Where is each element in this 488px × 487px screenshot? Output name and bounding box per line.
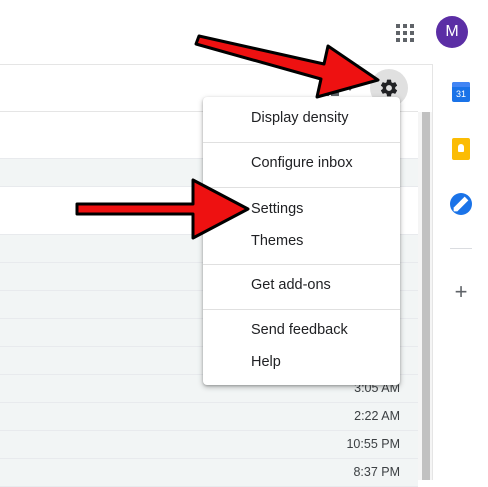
split-pane-icon[interactable] bbox=[321, 82, 339, 96]
avatar[interactable]: M bbox=[436, 16, 468, 48]
message-time: 10:55 PM bbox=[346, 437, 400, 451]
settings-menu: Display density Configure inbox Settings… bbox=[203, 97, 400, 385]
side-panel bbox=[432, 64, 488, 480]
table-row[interactable]: 2:22 AM bbox=[0, 403, 418, 431]
menu-item-themes[interactable]: Themes bbox=[251, 233, 303, 249]
message-time: 8:37 PM bbox=[353, 465, 400, 479]
side-divider bbox=[450, 248, 472, 249]
table-row[interactable]: 10:55 PM bbox=[0, 431, 418, 459]
menu-divider bbox=[203, 187, 400, 188]
menu-item-help[interactable]: Help bbox=[251, 354, 281, 370]
bulb-icon bbox=[458, 144, 464, 152]
top-bar bbox=[0, 0, 432, 65]
plus-icon[interactable]: + bbox=[450, 281, 472, 303]
menu-item-settings[interactable]: Settings bbox=[251, 201, 303, 217]
message-time: 2:22 AM bbox=[354, 409, 400, 423]
apps-grid-icon[interactable] bbox=[396, 24, 414, 42]
table-row[interactable]: 8:37 PM bbox=[0, 459, 418, 487]
menu-divider bbox=[203, 264, 400, 265]
chevron-down-icon[interactable] bbox=[346, 86, 354, 91]
pencil-check-icon bbox=[453, 196, 469, 212]
menu-item-configure-inbox[interactable]: Configure inbox bbox=[251, 155, 353, 171]
calendar-day: 31 bbox=[455, 89, 466, 99]
menu-divider bbox=[203, 309, 400, 310]
menu-divider bbox=[203, 142, 400, 143]
scrollbar-thumb[interactable] bbox=[422, 112, 430, 480]
menu-item-send-feedback[interactable]: Send feedback bbox=[251, 322, 348, 338]
gear-icon bbox=[380, 79, 398, 97]
menu-item-get-add-ons[interactable]: Get add-ons bbox=[251, 277, 331, 293]
menu-item-display-density[interactable]: Display density bbox=[251, 110, 349, 126]
